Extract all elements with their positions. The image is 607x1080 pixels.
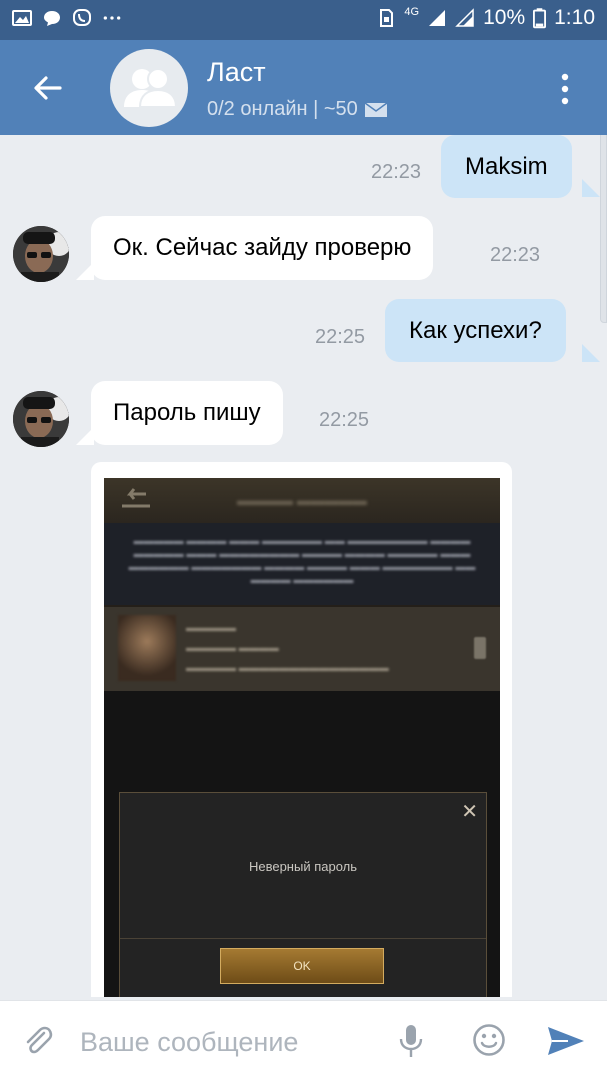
user-avatar[interactable] <box>13 391 69 447</box>
message-text: Пароль пишу <box>113 399 261 426</box>
message-bubble-incoming[interactable]: Ок. Сейчас зайду проверю <box>91 216 434 280</box>
battery-icon <box>533 8 547 29</box>
notification-icons <box>12 8 122 28</box>
message-time: 22:25 <box>319 409 370 431</box>
send-icon[interactable] <box>546 1025 586 1057</box>
signal-icon <box>429 10 446 26</box>
clock: 1:10 <box>554 6 595 29</box>
online-count: 0/2 онлайн | ~50 <box>207 98 358 120</box>
game-info-panel: ▬▬▬▬▬ ▬▬▬▬ ▬▬▬ ▬▬▬▬▬▬ ▬▬ ▬▬▬▬▬▬▬▬ ▬▬▬▬ ▬… <box>104 523 500 605</box>
photo-attachment[interactable]: ▬▬▬▬ ▬▬▬▬▬ ▬▬▬▬▬ ▬▬▬▬ ▬▬▬ ▬▬▬▬▬▬ ▬▬ ▬▬▬▬… <box>91 462 512 997</box>
user-photo <box>13 391 69 447</box>
message-bubble-outgoing[interactable]: Как успехи? <box>385 299 566 362</box>
divider <box>120 938 486 939</box>
message-text: Как успехи? <box>409 316 542 344</box>
game-info-text: ▬▬▬▬▬ ▬▬▬▬ ▬▬▬ ▬▬▬▬▬▬ ▬▬ ▬▬▬▬▬▬▬▬ ▬▬▬▬ ▬… <box>128 536 476 586</box>
signal-2-icon <box>455 8 474 27</box>
back-arrow-icon[interactable] <box>30 70 66 106</box>
network-type: 4G <box>404 6 420 18</box>
system-indicators: 4G 10% 1:10 <box>376 6 595 30</box>
bubble-tail <box>582 179 600 197</box>
battery-percent: 10% <box>483 6 526 29</box>
scrollbar[interactable] <box>600 135 607 323</box>
bubble-tail <box>582 344 600 362</box>
chat-title[interactable]: Ласт <box>207 57 266 88</box>
chat-subtitle: 0/2 онлайн | ~50 <box>207 98 388 121</box>
game-screenshot[interactable]: ▬▬▬▬ ▬▬▬▬▬ ▬▬▬▬▬ ▬▬▬▬ ▬▬▬ ▬▬▬▬▬▬ ▬▬ ▬▬▬▬… <box>104 478 500 997</box>
user-photo <box>13 226 69 282</box>
error-dialog: ✕ Неверный пароль OK <box>119 792 487 997</box>
close-icon: ✕ <box>461 801 478 823</box>
trash-icon <box>474 637 486 659</box>
group-avatar[interactable] <box>110 49 188 127</box>
user-avatar[interactable] <box>13 226 69 282</box>
chat-icon <box>44 11 60 26</box>
game-header-title: ▬▬▬▬ ▬▬▬▬▬ <box>237 492 367 508</box>
message-bubble-incoming[interactable]: Пароль пишу <box>91 381 283 445</box>
message-text: Maksim <box>465 152 548 180</box>
game-character-image <box>118 615 176 681</box>
message-time: 22:23 <box>490 244 541 266</box>
paperclip-icon[interactable] <box>22 1023 54 1059</box>
emoji-icon[interactable] <box>472 1023 506 1057</box>
ok-button: OK <box>220 948 384 984</box>
game-account-row: ▬▬▬▬▬ ▬▬▬▬▬ ▬▬▬▬ ▬▬▬▬▬ ▬▬▬▬▬▬▬▬▬▬▬▬▬▬▬ <box>104 607 500 691</box>
more-notifications-icon <box>103 16 121 20</box>
message-bubble-outgoing[interactable]: Maksim <box>441 135 572 198</box>
sim-icon <box>380 9 394 27</box>
game-header: ▬▬▬▬ ▬▬▬▬▬ <box>104 478 500 523</box>
game-account-details: ▬▬▬▬▬ ▬▬▬▬▬ ▬▬▬▬ ▬▬▬▬▬ ▬▬▬▬▬▬▬▬▬▬▬▬▬▬▬ <box>186 623 389 674</box>
envelope-icon <box>364 101 388 117</box>
message-text: Ок. Сейчас зайду проверю <box>113 234 412 261</box>
chat-header: Ласт 0/2 онлайн | ~50 <box>0 40 607 135</box>
status-bar: 4G 10% 1:10 <box>0 0 607 40</box>
message-time: 22:25 <box>315 326 366 348</box>
gallery-icon <box>12 10 32 26</box>
group-placeholder-icon <box>124 68 178 108</box>
microphone-icon[interactable] <box>398 1023 424 1059</box>
message-time: 22:23 <box>371 161 422 183</box>
viber-icon <box>73 9 91 26</box>
message-input[interactable]: Ваше сообщение <box>80 1027 298 1058</box>
more-vertical-icon[interactable] <box>559 72 571 106</box>
composer: Ваше сообщение <box>0 1000 607 1080</box>
message-list[interactable]: 22:23 Maksim Ок. Сейчас зайду проверю 22… <box>0 135 607 997</box>
error-message: Неверный пароль <box>248 859 358 874</box>
